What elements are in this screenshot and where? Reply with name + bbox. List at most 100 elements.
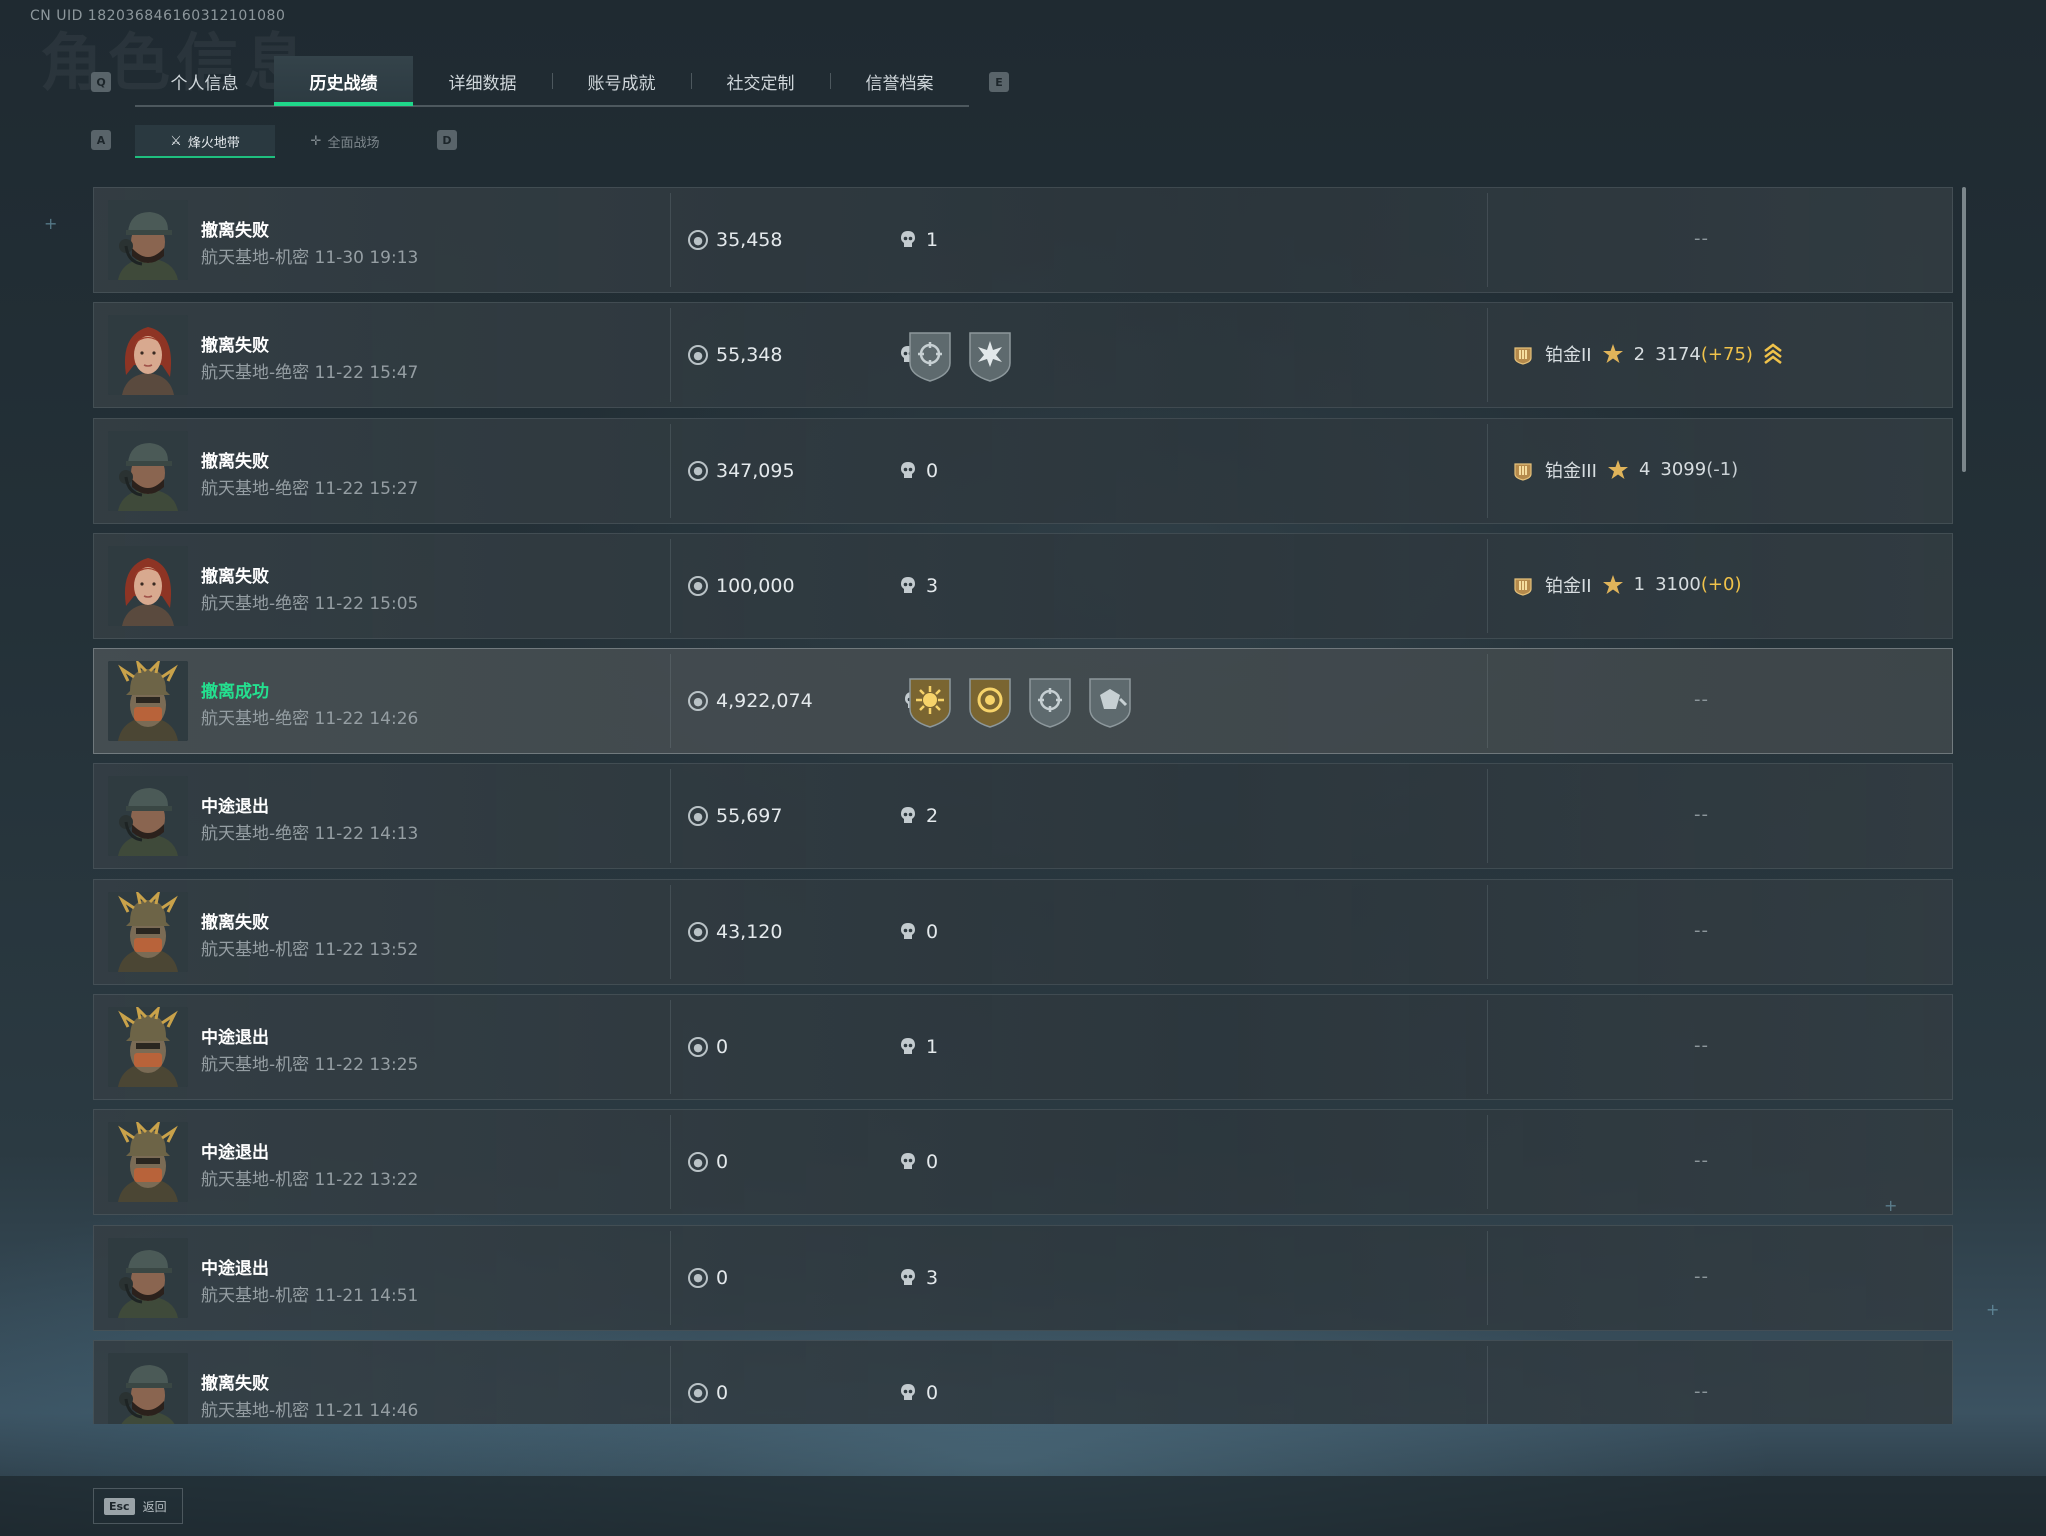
scrollbar[interactable] (1962, 187, 1966, 472)
column-divider (670, 1115, 671, 1210)
tab-4[interactable]: 社交定制 (691, 56, 830, 106)
star-icon (1607, 459, 1628, 479)
currency-icon: ● (688, 1267, 708, 1288)
loot-value: ● 0 (688, 1267, 728, 1289)
loot-value: ● 55,348 (688, 344, 782, 366)
match-row[interactable]: 中途退出 航天基地-机密 11-21 14:51 ● 0 3 -- (93, 1224, 1953, 1331)
match-row[interactable]: 中途退出 航天基地-机密 11-22 13:25 ● 0 1 -- (93, 994, 1953, 1101)
scope-badge-icon[interactable] (1026, 675, 1074, 729)
tab-1[interactable]: 历史战绩 (274, 56, 413, 106)
map-name: 航天基地-绝密 (201, 709, 310, 730)
subtab-hazard-zone[interactable]: ⚔ 烽火地带 (135, 125, 275, 158)
match-row[interactable]: 中途退出 航天基地-绝密 11-22 14:13 ● 55,697 2 -- (93, 763, 1953, 870)
rank-score-wrap: 3099(-1) (1660, 459, 1738, 480)
next-subtab-key[interactable]: D (437, 130, 457, 150)
match-row[interactable]: 中途退出 航天基地-机密 11-22 13:22 ● 0 0 -- (93, 1109, 1953, 1216)
loot-value-text: 0 (716, 1151, 729, 1174)
operator-avatar (108, 545, 188, 626)
decor-plus: + (44, 214, 58, 233)
tab-5[interactable]: 信誉档案 (830, 56, 969, 106)
rank-tier: 铂金II (1545, 575, 1592, 597)
subtab-label: 全面战场 (327, 136, 380, 151)
loot-value-text: 0 (716, 1266, 729, 1289)
column-divider (670, 1345, 671, 1424)
currency-icon: ● (688, 230, 708, 250)
rank-tier: 铂金II (1545, 345, 1592, 367)
match-history-list[interactable]: 撤离失败 航天基地-机密 11-30 19:13 ● 35,458 1 -- 撤离… (93, 187, 1953, 1424)
rank-score-wrap: 3174(+75) (1655, 344, 1753, 365)
next-tab-key[interactable]: E (989, 72, 1009, 92)
coin-gold-badge-icon[interactable] (966, 675, 1014, 729)
currency-icon: ● (688, 1152, 708, 1173)
loot-value: ● 4,922,074 (688, 690, 813, 712)
tab-2[interactable]: 详细数据 (413, 56, 552, 106)
rank-empty: -- (1694, 804, 1709, 826)
kill-skull-icon (901, 231, 915, 247)
match-time: 11-22 14:26 (314, 709, 419, 730)
currency-icon: ● (688, 575, 708, 596)
match-info: 航天基地-机密 11-22 13:25 (201, 1050, 418, 1075)
scope-badge-icon[interactable] (906, 329, 954, 383)
match-row[interactable]: 撤离失败 航天基地-绝密 11-22 15:27 ● 347,095 0 铂金II… (93, 417, 1953, 524)
match-time: 11-22 13:22 (314, 1170, 419, 1191)
prev-subtab-key[interactable]: A (91, 130, 111, 150)
star-icon (1602, 344, 1623, 364)
kill-skull-icon (901, 1268, 915, 1285)
armor-badge-icon[interactable] (1086, 675, 1134, 729)
main-tabs: 个人信息 历史战绩 详细数据 账号成就 社交定制 信誉档案 (135, 56, 969, 107)
subtab-label: 烽火地带 (187, 136, 240, 151)
rank-empty: -- (1694, 1380, 1709, 1402)
match-row[interactable]: 撤离失败 航天基地-机密 11-22 13:52 ● 43,120 0 -- (93, 878, 1953, 985)
match-row[interactable]: 撤离失败 航天基地-机密 11-30 19:13 ● 35,458 1 -- (93, 187, 1953, 293)
operator-avatar (108, 776, 188, 857)
currency-icon: ● (688, 691, 708, 712)
medal-badges (906, 675, 1134, 729)
rank-empty: -- (1694, 919, 1709, 941)
loot-value-text: 100,000 (716, 574, 795, 597)
match-row[interactable]: 撤离失败 航天基地-绝密 11-22 15:05 ● 100,000 3 铂金II… (93, 532, 1953, 639)
kill-skull-icon (901, 1153, 915, 1170)
loot-value: ● 347,095 (688, 460, 795, 482)
match-status: 撤离失败 (201, 912, 269, 933)
burst-badge-icon[interactable] (966, 329, 1014, 383)
match-time: 11-22 13:25 (314, 1055, 419, 1076)
kill-count-text: 3 (926, 1266, 939, 1289)
subtab-warfare[interactable]: ✛ 全面战场 (275, 125, 415, 158)
kill-skull-icon (901, 807, 915, 824)
rank-empty: -- (1694, 689, 1709, 711)
match-time: 11-22 15:47 (314, 363, 419, 384)
tab-0[interactable]: 个人信息 (135, 56, 274, 106)
prev-tab-key[interactable]: Q (91, 72, 111, 92)
match-info: 航天基地-机密 11-22 13:22 (201, 1165, 418, 1190)
kill-count-text: 1 (926, 1036, 939, 1059)
loot-value: ● 43,120 (688, 921, 782, 943)
match-info: 航天基地-机密 11-21 14:51 (201, 1281, 418, 1306)
match-time: 11-30 19:13 (314, 248, 419, 268)
map-name: 航天基地-机密 (201, 248, 310, 268)
currency-icon: ● (688, 345, 708, 366)
column-divider (670, 423, 671, 518)
match-row[interactable]: 撤离失败 航天基地-机密 11-21 14:46 ● 0 0 -- (93, 1339, 1953, 1424)
rank-stars: 4 (1638, 459, 1651, 481)
kill-count: 0 (900, 1151, 938, 1173)
sun-gold-badge-icon[interactable] (906, 675, 954, 729)
rank-tier: 铂金III (1545, 460, 1597, 482)
operator-avatar (108, 891, 188, 972)
column-divider (1487, 1000, 1488, 1095)
loot-value-text: 55,697 (716, 805, 783, 828)
promotion-chevron-icon (1764, 343, 1782, 365)
match-row[interactable]: 撤离失败 航天基地-绝密 11-22 15:47 ●55,348 8 铂金II … (93, 302, 1953, 409)
rank-delta: (-1) (1706, 459, 1739, 481)
match-row[interactable]: 撤离成功 航天基地-绝密 11-22 14:26 ●4,922,074 6 -- (93, 648, 1953, 755)
decor-plus: + (1884, 1196, 1898, 1215)
kill-count: 0 (900, 460, 938, 482)
back-button[interactable]: Esc 返回 (93, 1488, 183, 1524)
loot-value-text: 35,458 (716, 229, 783, 251)
operator-avatar (108, 1352, 188, 1424)
column-divider (670, 1230, 671, 1325)
column-divider (1487, 884, 1488, 979)
match-status: 撤离失败 (201, 566, 269, 587)
match-time: 11-21 14:46 (314, 1400, 419, 1421)
tab-3[interactable]: 账号成就 (552, 56, 691, 106)
currency-icon: ● (688, 806, 708, 827)
